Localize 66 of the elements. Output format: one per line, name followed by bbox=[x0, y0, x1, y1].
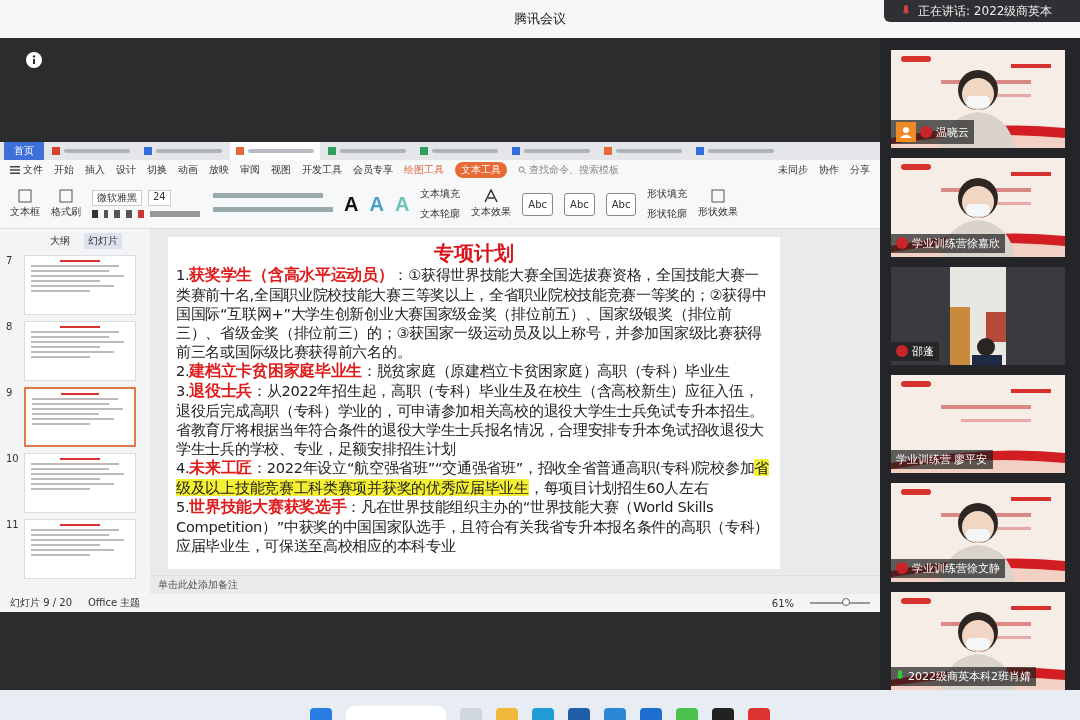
toolbar-link[interactable]: 未同步 bbox=[778, 163, 808, 177]
square-icon bbox=[59, 189, 73, 203]
participant-name: 学业训练营徐嘉欣 bbox=[912, 235, 1000, 251]
ribbon-tool[interactable]: 文本框 bbox=[10, 189, 40, 219]
participant-name: 温晓云 bbox=[936, 124, 969, 140]
speaking-text: 正在讲话: 2022级商英本 bbox=[918, 2, 1053, 20]
participant-name: 学业训练营 廖平安 bbox=[896, 452, 988, 468]
style-sample[interactable]: Abc bbox=[564, 192, 595, 216]
menu-tab[interactable]: 设计 bbox=[116, 163, 136, 177]
style-sample[interactable]: Abc bbox=[522, 192, 554, 216]
style-sample[interactable]: Abc bbox=[605, 192, 637, 216]
zoom-value: 61% bbox=[771, 597, 794, 609]
ribbon-tool[interactable]: 文本效果 bbox=[471, 189, 512, 219]
menu-icon[interactable] bbox=[10, 166, 20, 174]
participant-name: 学业训练营徐文静 bbox=[912, 560, 1000, 576]
menu-tab[interactable]: 会员专享 bbox=[353, 163, 393, 177]
toolbar-link[interactable]: 分享 bbox=[850, 163, 870, 177]
taskbar-app-icon[interactable] bbox=[712, 708, 734, 720]
slide-number: 8 bbox=[6, 321, 14, 332]
slide-number: 9 bbox=[6, 387, 14, 398]
search-field[interactable]: 查找命令、搜索模板 bbox=[518, 163, 619, 177]
slide-number: 10 bbox=[6, 453, 20, 464]
ribbon-tool[interactable]: 文本填充 bbox=[420, 187, 461, 201]
taskbar-app-icon[interactable] bbox=[568, 708, 590, 720]
document-tab[interactable] bbox=[230, 142, 320, 160]
text-style[interactable]: A bbox=[344, 192, 359, 216]
participant-name: 2022级商英本科2班肖婧 bbox=[908, 668, 1031, 684]
participant-name: 邵蓬 bbox=[912, 344, 934, 359]
ribbon-tool[interactable]: 形状轮廓 bbox=[647, 207, 688, 221]
home-tab[interactable]: 首页 bbox=[4, 142, 44, 160]
menu-tab[interactable]: 绘图工具 bbox=[404, 163, 444, 177]
menu-tab[interactable]: 切换 bbox=[147, 163, 167, 177]
panel-tab[interactable]: 幻灯片 bbox=[84, 233, 122, 249]
panel-tab[interactable]: 大纲 bbox=[46, 233, 74, 249]
menu-tab[interactable]: 开始 bbox=[54, 163, 74, 177]
slide-paragraph: 2.建档立卡贫困家庭毕业生：脱贫家庭（原建档立卡贫困家庭）高职（专科）毕业生 bbox=[176, 361, 731, 381]
slide-thumbnail[interactable] bbox=[24, 387, 136, 447]
menu-tab[interactable]: 开发工具 bbox=[302, 163, 342, 177]
start-icon[interactable] bbox=[310, 708, 332, 720]
ribbon-tool[interactable]: 格式刷 bbox=[51, 189, 81, 219]
ribbon-tool[interactable]: 形状填充 bbox=[647, 187, 688, 201]
menu-item[interactable]: 文件 bbox=[23, 163, 43, 177]
outline-letter-icon bbox=[484, 189, 499, 203]
slide-paragraph: 1.获奖学生（含高水平运动员）：①获得世界技能大赛全国选拔赛资格，全国技能大赛一类赛前十名,全国职业院校技能大赛三等奖以上，全省职业院校技能竞赛一等奖的；②获得中国国际“互联网+”大学生创新创业大赛国家级金奖（排位前五）、国家级银奖（排位前三）、省级金奖（排位前三）的；③获国家一级运动员及以上称号，并参加国家级比赛获得前三名或国际级比赛获得前六名的。 bbox=[176, 265, 768, 361]
square-icon bbox=[711, 189, 726, 203]
square-icon bbox=[18, 189, 32, 203]
slide-paragraph: 5.世界技能大赛获奖选手：凡在世界技能组织主办的“世界技能大赛（World Skills Competition）”中获奖的中国国家队选手，且符合有关我省专升本报名条件的高职（专科）应届毕业生，可保送至高校相应的本科专业 bbox=[176, 497, 771, 555]
menu-tab[interactable]: 插入 bbox=[85, 163, 105, 177]
toolbar-link[interactable]: 协作 bbox=[819, 163, 839, 177]
search-icon bbox=[518, 166, 526, 174]
info-icon[interactable] bbox=[26, 52, 42, 68]
window-title: 腾讯会议 bbox=[514, 10, 566, 28]
slide-counter: 幻灯片 9 / 20 bbox=[10, 596, 72, 610]
ribbon-tool[interactable]: 文本轮廓 bbox=[420, 207, 461, 221]
font-field[interactable]: 微软雅黑 bbox=[92, 190, 142, 206]
slide-title: 专项计划 bbox=[433, 241, 515, 265]
menu-tab[interactable]: 审阅 bbox=[240, 163, 260, 177]
slide-paragraph: 3.退役士兵：从2022年招生起，高职（专科）毕业生及在校生（含高校新生）应征入伍，退役后完成高职（专科）学业的，可申请参加相关高校的退役大学生士兵免试专升本招生。省教育厅将根据当年符合条件的退役大学生士兵报名情况，合理安排专升本免试招收退役大学生士兵的学校、专业，足额安排招生计划 bbox=[176, 381, 765, 458]
slide-number: 7 bbox=[6, 255, 14, 266]
menu-tab[interactable]: 放映 bbox=[209, 163, 229, 177]
size-field[interactable]: 24 bbox=[148, 190, 171, 206]
theme-name: Office 主题 bbox=[88, 596, 141, 610]
menu-tab[interactable]: 视图 bbox=[271, 163, 291, 177]
ribbon-tool[interactable]: 形状效果 bbox=[698, 189, 739, 219]
slide-number: 11 bbox=[6, 519, 20, 530]
menu-tab[interactable]: 动画 bbox=[178, 163, 198, 177]
